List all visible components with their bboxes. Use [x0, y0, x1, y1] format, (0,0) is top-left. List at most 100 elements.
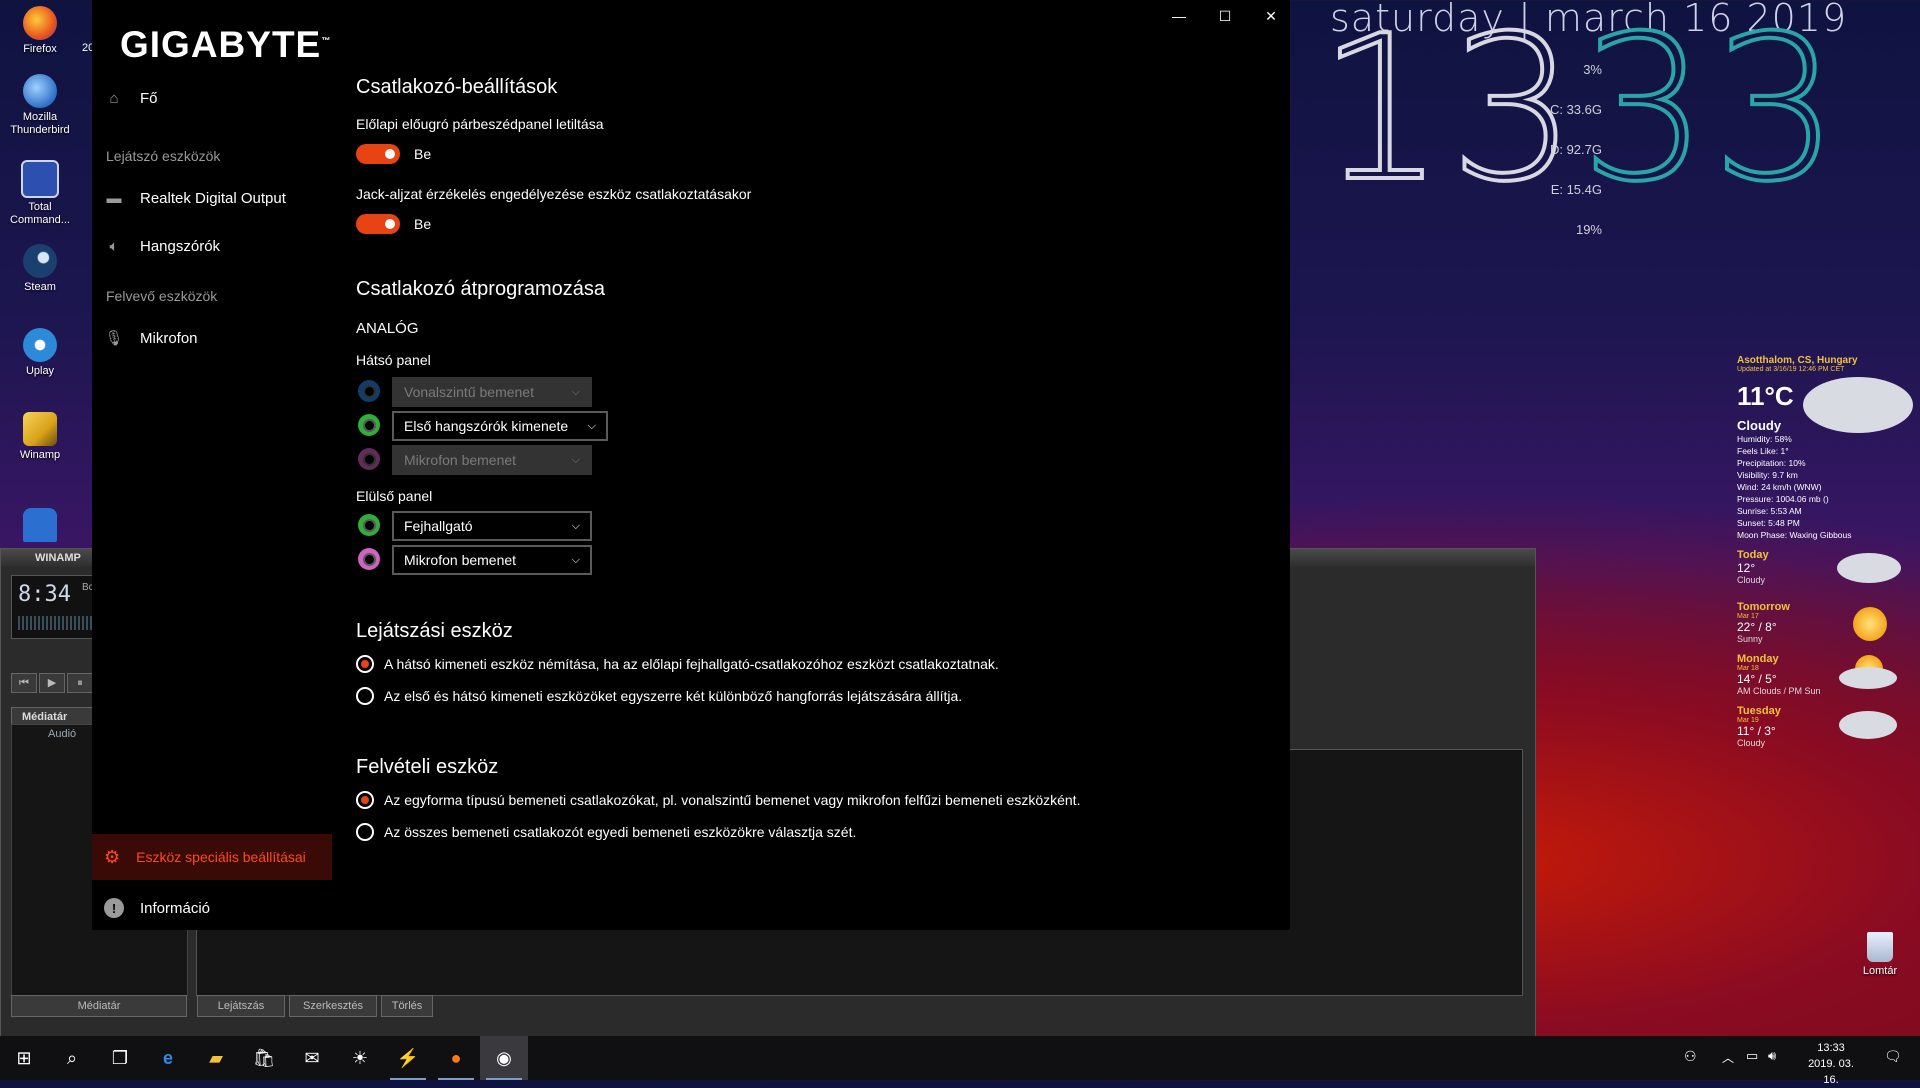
playback-option-1-label[interactable]: A hátsó kimeneti eszköz némítása, ha az …	[384, 656, 999, 672]
desktop-icon-firefox[interactable]: Firefox	[2, 6, 78, 56]
weather-humidity: Humidity: 58%	[1737, 434, 1792, 444]
rear-jack-green-icon	[358, 414, 380, 436]
nav-realtek-digital-output[interactable]: ▬ Realtek Digital Output	[104, 188, 286, 208]
close-button[interactable]: ✕	[1248, 0, 1294, 32]
network-icon[interactable]: ▭	[1746, 1048, 1758, 1064]
taskbar-weather[interactable]: ☀	[336, 1036, 384, 1080]
winamp-transport: ⏮ ▶ ⏸	[11, 673, 93, 693]
rear-panel-label: Hátsó panel	[356, 352, 431, 368]
forecast-cond: Sunny	[1737, 634, 1763, 644]
windows-icon: ⊞	[16, 1047, 32, 1068]
gigabyte-audio-window[interactable]: GIGABYTE™ ⌂ Fő Lejátszó eszközök ▬ Realtek…	[92, 0, 1290, 930]
weather-sunset: Sunset: 5:48 PM	[1737, 518, 1800, 528]
previous-button[interactable]: ⏮	[11, 673, 37, 693]
winamp-library-button[interactable]: Médiatár	[11, 995, 187, 1017]
firefox-icon	[23, 6, 57, 40]
nav-item-label: Mikrofon	[140, 329, 198, 347]
front-panel-popup-toggle[interactable]	[356, 144, 400, 164]
taskbar-store[interactable]: 🛍︎	[240, 1036, 288, 1080]
drive-e-stat: E: 15.4G	[1550, 182, 1602, 197]
winamp-edit-button[interactable]: Szerkesztés	[289, 995, 377, 1017]
home-icon: ⌂	[109, 89, 119, 107]
desktop-icon-recycle-bin[interactable]: Lomtár	[1842, 932, 1918, 978]
cloud-icon	[1837, 553, 1901, 583]
desktop-icon-malwarebytes[interactable]	[2, 508, 78, 545]
nav-home[interactable]: ⌂ Fő	[104, 88, 157, 108]
front-panel-label: Elülső panel	[356, 488, 433, 504]
logo-text: GIGABYTE	[120, 24, 322, 65]
rear-jack-2-select[interactable]: Első hangszórók kimenete ⌵	[392, 411, 608, 441]
winamp-play-button[interactable]: Lejátszás	[197, 995, 285, 1017]
playback-option-2-radio[interactable]	[356, 687, 374, 705]
chevron-down-icon: ⌵	[571, 454, 580, 466]
desktop-icon-winamp[interactable]: Winamp	[2, 412, 78, 462]
rear-jack-1-select[interactable]: Vonalszintű bemenet ⌵	[392, 377, 592, 407]
front-jack-2-select[interactable]: Mikrofon bemenet ⌵	[392, 545, 592, 575]
chevron-down-icon: ⌵	[587, 420, 596, 432]
desktop-icon-thunderbird[interactable]: Mozilla Thunderbird	[2, 74, 78, 137]
forecast-today: Today 12° Cloudy	[1737, 549, 1917, 601]
task-view-button[interactable]: ❐	[96, 1036, 144, 1080]
nav-speakers[interactable]: 🔈︎ Hangszórók	[104, 236, 220, 256]
winamp-delete-button[interactable]: Törlés	[381, 995, 433, 1017]
desktop-icon-uplay[interactable]: Uplay	[2, 328, 78, 378]
retasking-title: Csatlakozó átprogramozása	[356, 278, 606, 300]
taskbar-mail[interactable]: ✉	[288, 1036, 336, 1080]
minimize-button[interactable]: —	[1156, 0, 1202, 32]
winamp-time: 8:34	[18, 582, 71, 607]
desktop-icon-total-commander[interactable]: Total Command...	[2, 160, 78, 227]
notification-icon[interactable]: 🗨︎	[1884, 1048, 1902, 1065]
front-panel-popup-state: Be	[414, 146, 432, 162]
rear-jack-pink-icon	[358, 448, 380, 470]
play-button[interactable]: ▶	[39, 673, 65, 693]
select-value: Mikrofon bemenet	[404, 552, 517, 568]
search-button[interactable]: ⌕	[48, 1036, 96, 1080]
sun-icon	[1853, 607, 1887, 641]
search-icon: ⌕	[66, 1047, 78, 1068]
winamp-title: WINAMP	[35, 552, 81, 564]
desktop-icon-steam[interactable]: Steam	[2, 244, 78, 294]
audio-app-icon: ◉	[496, 1047, 512, 1068]
taskbar-clock[interactable]: 13:33 2019. 03. 16.	[1800, 1040, 1862, 1088]
nav-device-advanced-settings[interactable]: ⚙ Eszköz speciális beállításai	[92, 834, 332, 880]
weather-widget: Asotthalom, CS, Hungary Updated at 3/16/…	[1737, 355, 1917, 757]
taskbar-edge[interactable]: e	[144, 1036, 192, 1080]
pause-button[interactable]: ⏸	[67, 673, 93, 693]
playback-option-1-radio[interactable]	[356, 655, 374, 673]
ram-stat: 19%	[1575, 222, 1602, 237]
taskbar-winamp[interactable]: ⚡	[384, 1036, 432, 1080]
taskbar-firefox[interactable]: ●	[432, 1036, 480, 1080]
people-icon[interactable]: ⚇	[1684, 1048, 1697, 1065]
recording-option-1-radio[interactable]	[356, 791, 374, 809]
recording-option-2-label[interactable]: Az összes bemeneti csatlakozót egyedi be…	[384, 824, 856, 840]
playback-option-2-label[interactable]: Az első és hátsó kimeneti eszközöket egy…	[384, 688, 962, 704]
jack-detection-toggle[interactable]	[356, 214, 400, 234]
malwarebytes-icon	[23, 508, 57, 542]
front-jack-green-icon	[358, 514, 380, 536]
winamp-icon: ⚡	[396, 1047, 420, 1068]
recording-device-title: Felvételi eszköz	[356, 756, 499, 778]
rear-jack-3-select[interactable]: Mikrofon bemenet ⌵	[392, 445, 592, 475]
weather-visibility: Visibility: 9.7 km	[1737, 470, 1798, 480]
tray-chevron-up-icon[interactable]: ︿	[1722, 1049, 1734, 1066]
taskbar-gigabyte-audio[interactable]: ◉	[480, 1036, 528, 1080]
front-jack-pink-icon	[358, 548, 380, 570]
digital-output-icon: ▬	[106, 189, 122, 207]
weather-location: Asotthalom, CS, Hungary	[1737, 355, 1858, 366]
nav-information[interactable]: ! Információ	[104, 898, 210, 918]
recording-option-1-label[interactable]: Az egyforma típusú bemeneti csatlakozóka…	[384, 792, 1080, 808]
start-button[interactable]: ⊞	[0, 1036, 48, 1080]
task-view-icon: ❐	[111, 1047, 129, 1068]
folder-icon: ▰	[209, 1047, 223, 1068]
nav-microphone[interactable]: 🎙︎ Mikrofon	[104, 328, 198, 348]
nav-item-label: Eszköz speciális beállításai	[136, 849, 306, 865]
taskbar-file-explorer[interactable]: ▰	[192, 1036, 240, 1080]
volume-icon[interactable]: 🔊︎	[1768, 1048, 1776, 1064]
weather-sunrise: Sunrise: 5:53 AM	[1737, 506, 1802, 516]
forecast-tuesday: Tuesday Mar 19 11° / 3° Cloudy	[1737, 705, 1917, 757]
maximize-button[interactable]: ☐	[1202, 0, 1248, 32]
front-jack-1-select[interactable]: Fejhallgató ⌵	[392, 511, 592, 541]
nav-item-label: Hangszórók	[140, 237, 221, 255]
front-panel-popup-label: Előlapi előugró párbeszédpanel letiltása	[356, 116, 604, 132]
recording-option-2-radio[interactable]	[356, 823, 374, 841]
